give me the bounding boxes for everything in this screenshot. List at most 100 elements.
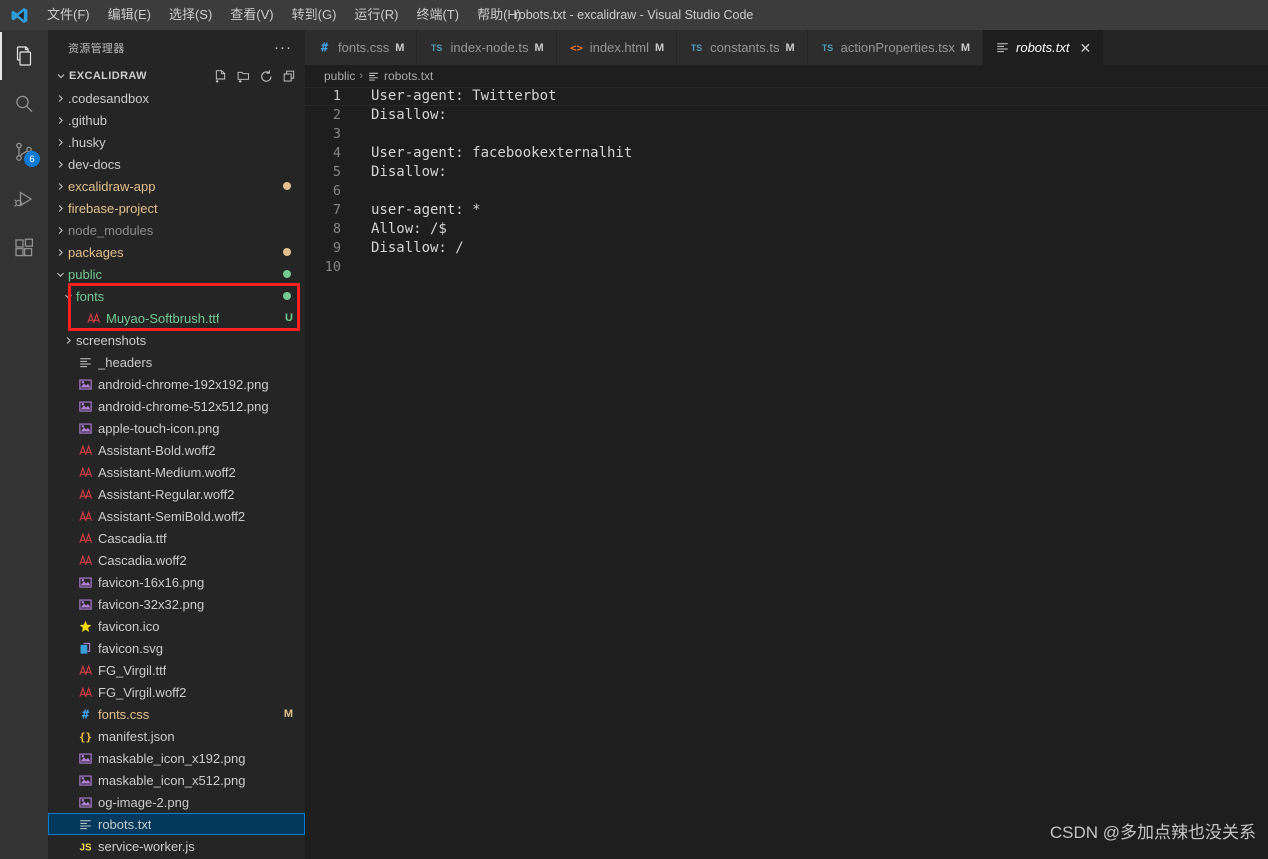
tab-constants-ts[interactable]: TS constants.ts M [677,30,808,65]
file-tree[interactable]: .codesandbox .github .husky dev-docs excalid… [48,87,305,859]
tab-index-html[interactable]: <> index.html M [556,30,678,65]
ts-icon: TS [689,40,704,55]
tab-index-node-ts[interactable]: TS index-node.ts M [417,30,557,65]
tree-folder-row[interactable]: packages [48,241,305,263]
code-line[interactable]: 4 User-agent: facebookexternalhit [305,144,1268,163]
breadcrumb-public[interactable]: public [324,69,355,83]
tree-folder-row[interactable]: firebase-project [48,197,305,219]
code-line[interactable]: 8 Allow: /$ [305,220,1268,239]
line-number: 9 [332,240,341,256]
tab-action-properties-tsx[interactable]: TS actionProperties.tsx M [807,30,984,65]
breadcrumb-separator: › [359,70,364,82]
editor-scrollbar[interactable] [1254,87,1268,859]
tree-folder-row[interactable]: dev-docs [48,153,305,175]
tree-file-row[interactable]: og-image-2.png [48,791,305,813]
new-file-icon[interactable] [210,66,230,86]
tree-file-row[interactable]: {} manifest.json [48,725,305,747]
menu-run[interactable]: 运行(R) [345,0,407,30]
tree-file-row[interactable]: apple-touch-icon.png [48,417,305,439]
code-line[interactable]: 6 [305,182,1268,201]
line-number: 6 [332,183,341,199]
code-editor[interactable]: 1 User-agent: Twitterbot 2 Disallow: 3 4 User-… [305,87,1268,859]
chevron-right-icon [52,93,68,104]
breadcrumb[interactable]: public › robots.txt [305,65,1268,87]
tree-file-row[interactable]: maskable_icon_x512.png [48,769,305,791]
tree-item-label: Cascadia.ttf [98,530,167,546]
tree-file-row[interactable]: _headers [48,351,305,373]
tree-folder-row[interactable]: .husky [48,131,305,153]
menu-terminal[interactable]: 终端(T) [407,0,468,30]
tree-folder-row[interactable]: .codesandbox [48,87,305,109]
tree-file-row[interactable]: favicon.ico [48,615,305,637]
editor-tab-bar[interactable]: # fonts.css M TS index-node.ts M <> index.html M… [305,30,1268,65]
ico-file-icon [76,619,94,634]
code-line[interactable]: 2 Disallow: [305,106,1268,125]
tree-file-row[interactable]: Cascadia.woff2 [48,549,305,571]
tree-file-row[interactable]: maskable_icon_x192.png [48,747,305,769]
tree-file-row[interactable]: # fonts.css M [48,703,305,725]
svg-text:#: # [81,707,89,721]
tree-file-row[interactable]: favicon.svg [48,637,305,659]
image-file-icon [76,421,94,436]
tab-fonts-css[interactable]: # fonts.css M [305,30,418,65]
image-file-icon [76,377,94,392]
menu-help[interactable]: 帮助(H) [468,0,530,30]
tree-item-label: apple-touch-icon.png [98,420,220,436]
tab-close-icon[interactable]: ✕ [1079,41,1091,55]
menu-file[interactable]: 文件(F) [38,0,99,30]
tree-file-row[interactable]: favicon-32x32.png [48,593,305,615]
vscode-window: 文件(F) 编辑(E) 选择(S) 查看(V) 转到(G) 运行(R) 终端(T… [0,0,1268,859]
tree-item-label: .codesandbox [68,90,149,106]
section-header-excalidraw[interactable]: EXCALIDRAW [48,65,305,87]
breadcrumb-robots-txt[interactable]: robots.txt [367,69,433,83]
chevron-right-icon [60,335,76,346]
code-line[interactable]: 9 Disallow: / [305,239,1268,258]
font-file-icon [76,663,94,678]
tree-item-label: Assistant-Regular.woff2 [98,486,235,502]
tree-file-row[interactable]: android-chrome-192x192.png [48,373,305,395]
image-file-icon [76,597,94,612]
collapse-all-icon[interactable] [279,66,299,86]
tree-file-row[interactable]: Muyao-Softbrush.ttf U [48,307,305,329]
code-line[interactable]: 1 User-agent: Twitterbot [305,87,1268,106]
tab-robots-txt[interactable]: robots.txt ✕ [983,30,1105,65]
tree-file-row[interactable]: Assistant-SemiBold.woff2 [48,505,305,527]
tree-folder-row[interactable]: node_modules [48,219,305,241]
tree-folder-row[interactable]: fonts [48,285,305,307]
activity-source-control[interactable]: 6 [0,128,48,176]
activity-search[interactable] [0,80,48,128]
tree-folder-row[interactable]: public [48,263,305,285]
tree-folder-row[interactable]: .github [48,109,305,131]
menu-bar[interactable]: 文件(F) 编辑(E) 选择(S) 查看(V) 转到(G) 运行(R) 终端(T… [38,0,530,30]
code-line[interactable]: 10 [305,258,1268,277]
code-line-text: user-agent: * [371,202,481,218]
menu-selection[interactable]: 选择(S) [160,0,221,30]
tree-folder-row[interactable]: screenshots [48,329,305,351]
refresh-icon[interactable] [256,66,276,86]
tree-file-row[interactable]: FG_Virgil.woff2 [48,681,305,703]
activity-extensions[interactable] [0,224,48,272]
code-line[interactable]: 7 user-agent: * [305,201,1268,220]
tree-file-row[interactable]: Assistant-Regular.woff2 [48,483,305,505]
tree-file-row[interactable]: Assistant-Bold.woff2 [48,439,305,461]
code-line[interactable]: 5 Disallow: [305,163,1268,182]
new-folder-icon[interactable] [233,66,253,86]
activity-run-debug[interactable] [0,176,48,224]
tree-file-row[interactable]: Cascadia.ttf [48,527,305,549]
line-number: 4 [332,145,341,161]
tree-file-row[interactable]: android-chrome-512x512.png [48,395,305,417]
tree-file-row[interactable]: favicon-16x16.png [48,571,305,593]
menu-go[interactable]: 转到(G) [283,0,346,30]
activity-explorer[interactable] [0,32,48,80]
tree-file-row[interactable]: Assistant-Medium.woff2 [48,461,305,483]
code-content[interactable]: 1 User-agent: Twitterbot 2 Disallow: 3 4 User-… [305,87,1268,277]
menu-edit[interactable]: 编辑(E) [99,0,160,30]
tree-file-row[interactable]: robots.txt [48,813,305,835]
explorer-more-actions-icon[interactable]: ··· [274,39,297,56]
code-line[interactable]: 3 [305,125,1268,144]
tree-file-row[interactable]: JS service-worker.js [48,835,305,857]
menu-view[interactable]: 查看(V) [221,0,282,30]
tree-file-row[interactable]: FG_Virgil.ttf [48,659,305,681]
svg-text:<>: <> [570,41,583,54]
tree-folder-row[interactable]: excalidraw-app [48,175,305,197]
